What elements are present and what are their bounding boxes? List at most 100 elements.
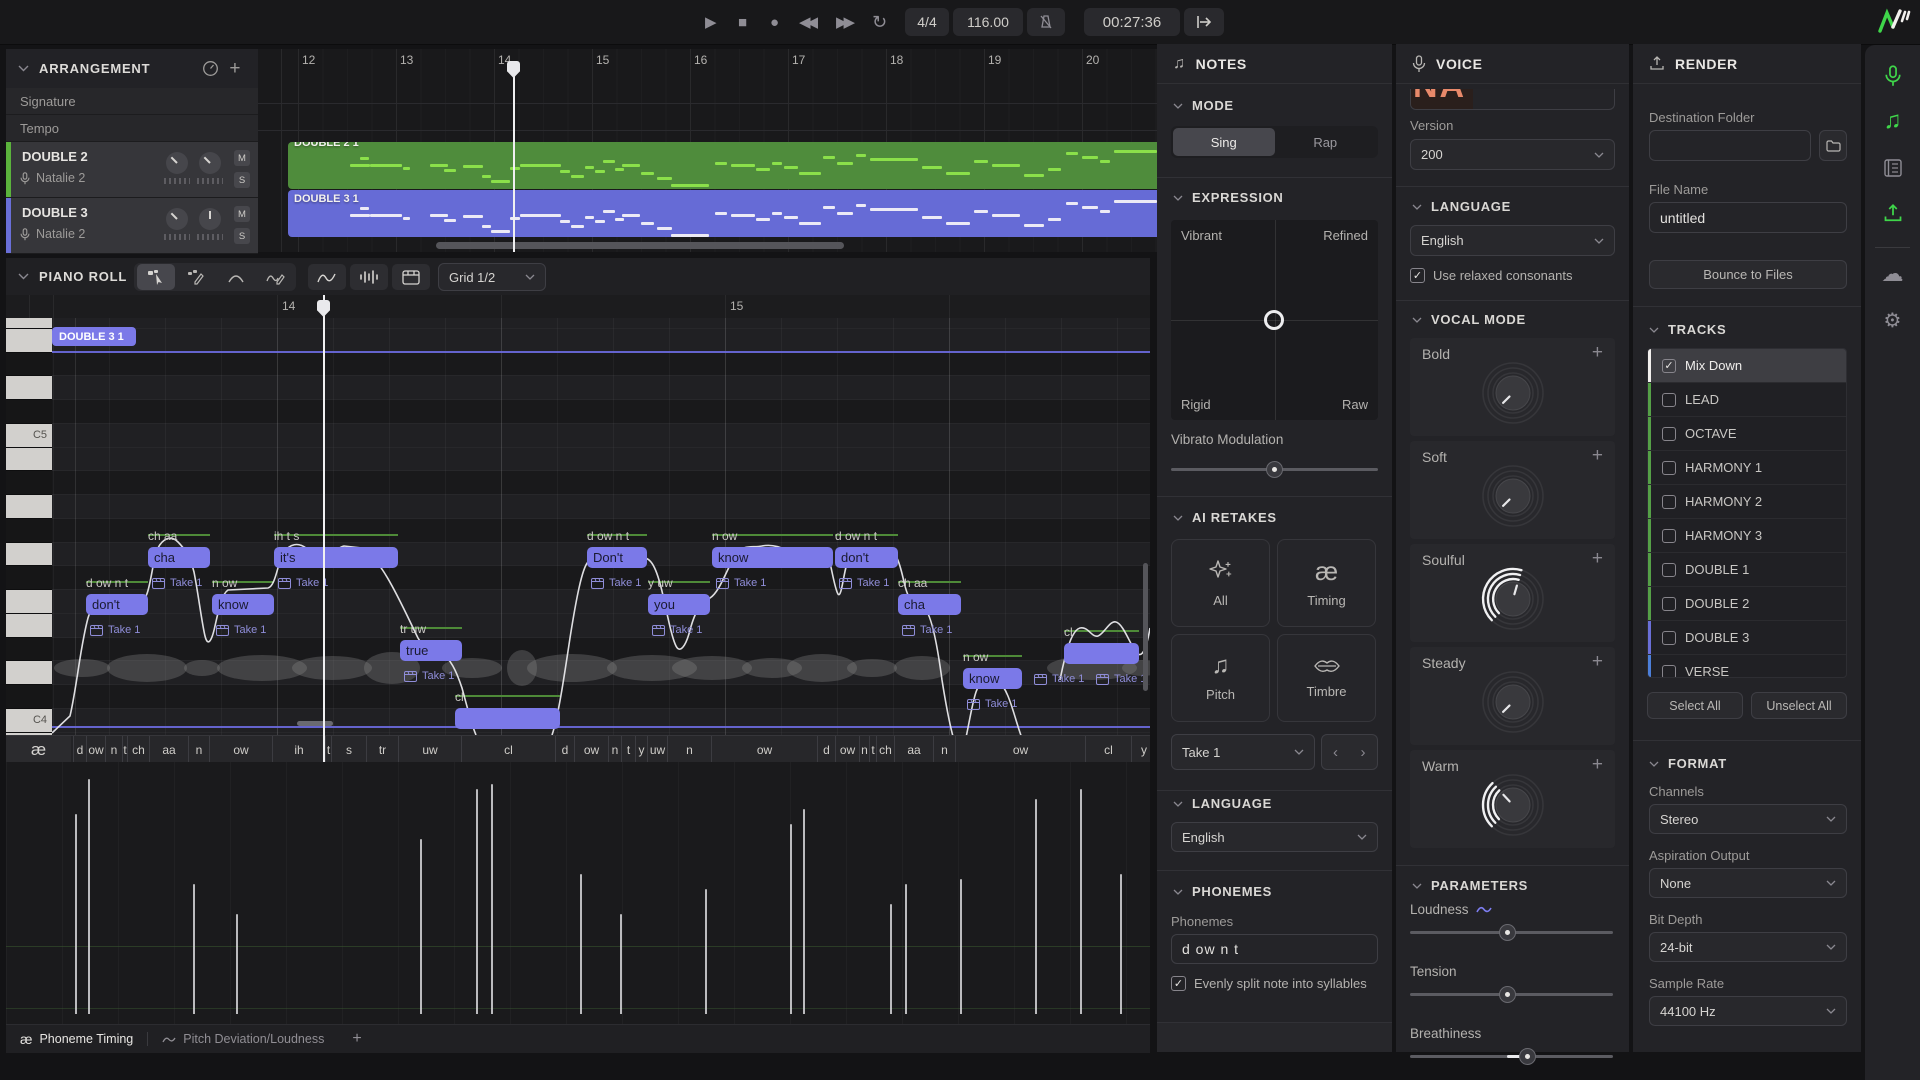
destination-folder-input[interactable] [1649, 130, 1811, 161]
render-track-row[interactable]: OCTAVE [1648, 417, 1846, 451]
mode-sing-button[interactable]: Sing [1173, 128, 1275, 156]
black-key[interactable] [6, 685, 52, 709]
phoneme-cell[interactable]: tr [366, 736, 398, 763]
file-name-input[interactable]: untitled [1649, 202, 1847, 233]
timecode-display[interactable]: 00:27:36 [1084, 8, 1180, 36]
stop-button[interactable]: ■ [738, 0, 747, 44]
collapse-arrangement-icon[interactable] [18, 65, 29, 72]
soft-knob[interactable] [1474, 457, 1552, 535]
render-track-row[interactable]: LEAD [1648, 383, 1846, 417]
piano-note[interactable]: it's [274, 547, 398, 568]
render-track-row[interactable]: HARMONY 1 [1648, 451, 1846, 485]
channels-select[interactable]: Stereo [1649, 804, 1847, 834]
arrangement-track-row[interactable]: DOUBLE 3Natalie 2MS [6, 198, 258, 254]
evenly-split-checkbox-row[interactable]: ✓ Evenly split note into syllables [1171, 976, 1367, 991]
phoneme-cell[interactable]: cl [1085, 736, 1131, 763]
piano-playhead-marker[interactable] [317, 300, 330, 317]
phoneme-cell[interactable]: d [817, 736, 835, 763]
take-badge[interactable]: Take 1 [967, 698, 1017, 710]
phoneme-cell[interactable]: n [105, 736, 122, 763]
phoneme-cell[interactable]: aa [149, 736, 188, 763]
pan-knob[interactable] [199, 152, 221, 174]
phoneme-symbol-cell[interactable]: æ [6, 736, 71, 763]
add-vocal-mode-icon[interactable]: + [1592, 548, 1603, 570]
piano-note[interactable]: don't [835, 547, 898, 568]
ai-retakes-section-header[interactable]: AI RETAKES [1173, 510, 1277, 525]
black-key[interactable] [6, 638, 52, 662]
notes-language-section-header[interactable]: LANGUAGE [1173, 796, 1272, 811]
draw-tool-button[interactable] [177, 264, 215, 290]
add-vocal-mode-icon[interactable]: + [1592, 445, 1603, 467]
voice-language-section-header[interactable]: LANGUAGE [1412, 199, 1511, 214]
piano-note[interactable] [455, 708, 560, 729]
phoneme-cell[interactable]: ow [835, 736, 859, 763]
checkbox-unchecked-icon[interactable] [1662, 597, 1676, 611]
collapse-piano-roll-icon[interactable] [18, 273, 29, 280]
take-prev-button[interactable]: ‹ [1321, 734, 1350, 770]
expression-xy-pad[interactable]: Vibrant Refined Rigid Raw [1171, 220, 1378, 420]
phoneme-cell[interactable]: ih [272, 736, 325, 763]
tab-phoneme-timing[interactable]: æ Phoneme Timing [6, 1025, 147, 1053]
waveform-view-button[interactable] [350, 264, 388, 290]
phoneme-cell[interactable]: ch [876, 736, 894, 763]
render-track-row[interactable]: DOUBLE 1 [1648, 553, 1846, 587]
white-key[interactable] [6, 329, 52, 353]
white-key[interactable] [6, 376, 52, 400]
piano-note[interactable]: know [212, 594, 274, 615]
black-key[interactable] [6, 566, 52, 590]
arrangement-playhead[interactable] [513, 61, 515, 252]
add-track-icon[interactable]: + [229, 58, 240, 80]
retake-timing-button[interactable]: æ Timing [1277, 539, 1376, 627]
mode-rap-button[interactable]: Rap [1275, 128, 1377, 156]
format-section-header[interactable]: FORMAT [1649, 756, 1727, 771]
record-button[interactable]: ● [770, 0, 779, 44]
canvas-scroll-pill[interactable] [297, 721, 333, 726]
piano-note[interactable]: cha [148, 547, 210, 568]
piano-roll-ruler[interactable]: 1415 [6, 295, 1150, 319]
voice-language-select[interactable]: English [1410, 225, 1615, 256]
take-badge[interactable]: Take 1 [404, 670, 454, 682]
checkbox-unchecked-icon[interactable] [1662, 665, 1676, 679]
piano-keyboard[interactable]: C5C4 [6, 318, 52, 735]
mode-section-header[interactable]: MODE [1173, 98, 1234, 113]
solo-button[interactable]: S [234, 172, 250, 188]
checkbox-checked-icon[interactable]: ✓ [1662, 359, 1676, 373]
notes-panel-toggle[interactable]: ♫ [1865, 108, 1920, 134]
piano-roll-canvas[interactable]: DOUBLE 3 1d ow n tdon'tTake 1ch aachaTak… [52, 318, 1150, 735]
checkbox-unchecked-icon[interactable] [1662, 563, 1676, 577]
voice-card[interactable]: NA [1410, 89, 1615, 110]
cloud-sync-button[interactable]: ☁ [1865, 261, 1920, 287]
retake-all-button[interactable]: All [1171, 539, 1270, 627]
checkbox-checked-icon[interactable]: ✓ [1410, 268, 1425, 283]
phoneme-cell[interactable]: d [73, 736, 86, 763]
take-badge[interactable]: Take 1 [716, 577, 766, 589]
take-badge[interactable]: Take 1 [90, 624, 140, 636]
bold-knob[interactable] [1474, 354, 1552, 432]
dictionary-panel-toggle[interactable] [1865, 155, 1920, 181]
lane-signature[interactable]: Signature [6, 88, 258, 115]
aspiration-output-select[interactable]: None [1649, 868, 1847, 898]
xy-pad-handle[interactable] [1264, 310, 1284, 330]
checkbox-unchecked-icon[interactable] [1662, 529, 1676, 543]
white-key[interactable] [6, 614, 52, 638]
soulful-knob[interactable] [1474, 560, 1552, 638]
phoneme-cell[interactable]: y [635, 736, 647, 763]
white-key[interactable] [6, 495, 52, 519]
arrangement-clip[interactable]: DOUBLE 3 1 [288, 190, 1157, 237]
piano-note[interactable]: know [712, 547, 833, 568]
phoneme-cell[interactable]: d [555, 736, 574, 763]
arrangement-h-scrollbar[interactable] [436, 242, 844, 249]
phoneme-cell[interactable]: ow [209, 736, 272, 763]
black-key[interactable] [6, 400, 52, 424]
white-key[interactable] [6, 448, 52, 472]
piano-note[interactable]: Don't [587, 547, 647, 568]
phoneme-cell[interactable]: t [621, 736, 635, 763]
phoneme-cell[interactable]: ch [127, 736, 149, 763]
take-badge[interactable]: Take 1 [1096, 673, 1146, 685]
white-key[interactable] [6, 318, 52, 329]
render-track-row[interactable]: VERSE [1648, 655, 1846, 678]
tab-pitch-deviation-loudness[interactable]: Pitch Deviation/Loudness [148, 1025, 338, 1053]
arrangement-timeline[interactable]: 121314151617181920DOUBLE 2 1DOUBLE 3 1 [258, 49, 1157, 252]
render-track-row[interactable]: HARMONY 3 [1648, 519, 1846, 553]
take-badge[interactable]: Take 1 [216, 624, 266, 636]
